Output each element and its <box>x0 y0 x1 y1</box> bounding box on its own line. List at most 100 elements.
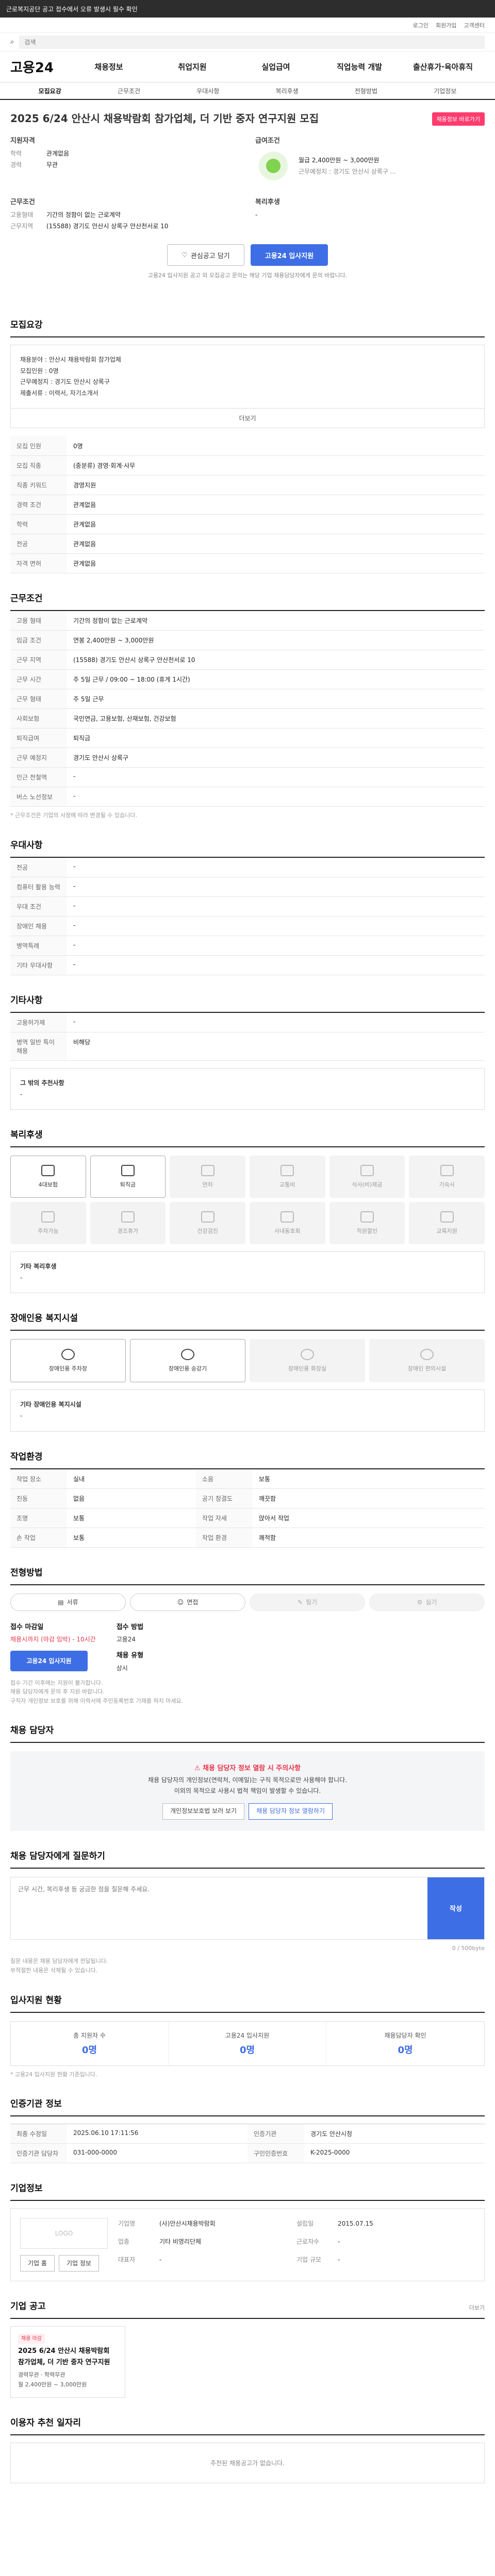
cell-key: 기타 우대사항 <box>10 955 67 975</box>
pref-section: 우대사항 전공 - 컴퓨터 활용 능력 - 우대 조건 - 장애인 채용 - 병역특례 -… <box>0 838 495 975</box>
cell-key: 학력 <box>10 514 67 535</box>
deadline-label: 접수 마감일 <box>10 1623 44 1631</box>
cell-key: 고용 형태 <box>10 611 67 631</box>
sub-qual: 지원자격 <box>10 137 35 145</box>
method-title: 전형방법 <box>10 1565 485 1585</box>
cell-value: 2025.06.10 17:11:56 <box>67 2124 248 2144</box>
work-section: 작업환경 작업 장소 실내 소음 보통 진동 없음 공기 청결도 깨끗함 조명 보통 작업 자세… <box>0 1449 495 1548</box>
cta-button[interactable]: 채용정보 바로가기 <box>432 112 485 126</box>
privacy-button[interactable]: 개인정보보호법 보러 보기 <box>162 1803 245 1820</box>
table-row: 자격 면허 관계없음 <box>10 553 485 574</box>
contact-line: 채용 담당자의 개인정보(연락처, 이메일)는 구직 목적으로만 사용해야 합니… <box>148 1776 347 1784</box>
tab-welfare[interactable]: 복리후생 <box>248 82 326 99</box>
welfare-grid: 4대보험 퇴직금 연차 교통비 식사(비)제공 기숙사 주차가능 경조휴가 건강… <box>10 1156 485 1245</box>
table-row: 고용허가제 - <box>10 1012 485 1032</box>
cell-key: 근무 시간 <box>10 669 67 690</box>
qa-input[interactable] <box>11 1877 427 1939</box>
help-link[interactable]: 고객센터 <box>464 21 485 29</box>
corp-key: 기업명 <box>118 2220 136 2228</box>
tab-recruit[interactable]: 모집요강 <box>10 82 89 99</box>
apply-button-2[interactable]: 고용24 입사지원 <box>10 1651 88 1672</box>
cell-key: 장애인 채용 <box>10 916 67 936</box>
nav-jobs[interactable]: 채용정보 <box>67 61 151 72</box>
stat-label: 총 지원자 수 <box>73 2031 106 2039</box>
corp-key: 업종 <box>118 2238 130 2245</box>
qa-send-button[interactable]: 작성 <box>427 1877 484 1939</box>
similar-more-link[interactable]: 더보기 <box>469 2303 485 2312</box>
cell-value: - <box>67 916 485 936</box>
welfare-item: 주차가능 <box>10 1202 86 1245</box>
table-row: 모집 직종 (중분류) 경영·회계·사무 <box>10 455 485 476</box>
cell-key: 사회보험 <box>10 708 67 729</box>
tab-method[interactable]: 전형방법 <box>326 82 405 99</box>
nav-training[interactable]: 직업능력 개발 <box>318 61 401 72</box>
corp-info-button[interactable]: 기업 정보 <box>58 2255 99 2272</box>
table-row: 진동 없음 공기 청결도 깨끗함 <box>10 1488 485 1509</box>
disabled-title: 장애인용 복지시설 <box>10 1311 485 1331</box>
cell-key: 조명 <box>10 1508 67 1528</box>
cell-value: 주 5일 근무 <box>67 689 485 709</box>
login-link[interactable]: 로그인 <box>413 21 428 29</box>
qa-note: 부적절한 내용은 삭제될 수 있습니다. <box>10 1967 98 1974</box>
recruit-title: 모집요강 <box>10 317 485 337</box>
restroom-icon <box>301 1349 314 1361</box>
cell-key: 근무 예정지 <box>10 748 67 768</box>
table-row: 손 작업 보통 작업 환경 쾌적함 <box>10 1528 485 1548</box>
cell-value: - <box>67 1012 485 1032</box>
cell-value: 관계없음 <box>67 553 485 574</box>
cell-value: - <box>67 877 485 897</box>
welfare-etc: 기타 복리후생 - <box>10 1251 485 1294</box>
welfare-item: 교육지원 <box>409 1202 485 1245</box>
corp-value: (사)안산시채용박람회 <box>159 2220 216 2228</box>
tab-pref[interactable]: 우대사항 <box>169 82 248 99</box>
welfare-label: 주차가능 <box>38 1228 59 1235</box>
step-label: 서류 <box>67 1599 78 1606</box>
table-row: 모집 인원 0명 <box>10 436 485 456</box>
search-icon[interactable]: ⌕ <box>10 38 14 46</box>
welfare-item: 사내동호회 <box>250 1202 325 1245</box>
welfare-label: 경조휴가 <box>117 1228 139 1235</box>
job-card[interactable]: 채용 마감 2025 6/24 안산시 채용박람회 참가업체, 더 기반 중자 … <box>10 2326 125 2398</box>
cell-key: 근무 형태 <box>10 689 67 709</box>
stat-value: 0명 <box>398 2044 413 2056</box>
etc-title: 기타사항 <box>10 993 485 1013</box>
corp-home-button[interactable]: 기업 홈 <box>20 2255 55 2272</box>
facility-item: 장애인 편의시설 <box>369 1339 485 1383</box>
cell-key: 작업 환경 <box>195 1528 253 1548</box>
card-detail: 경력무관 · 학력무관 <box>18 2371 65 2379</box>
nav-leave[interactable]: 출산휴가·육아휴직 <box>401 61 485 72</box>
nav-benefit[interactable]: 실업급여 <box>234 61 318 72</box>
pencil-icon: ✎ <box>297 1598 303 1606</box>
contact-view-button[interactable]: 채용 담당자 정보 열람하기 <box>249 1803 333 1820</box>
apply-button[interactable]: 고용24 입사지원 <box>251 244 328 266</box>
calendar-icon <box>201 1165 214 1177</box>
table-row: 병역 일반 특이 채용 비해당 <box>10 1032 485 1061</box>
save-button[interactable]: ♡ 관심공고 담기 <box>167 244 244 266</box>
cell-value: 주 5일 근무 / 09:00 ~ 18:00 (휴게 1시간) <box>67 669 485 690</box>
cell-key: 구인인증번호 <box>248 2144 304 2164</box>
cond-foot: * 근무조건은 기업의 사정에 따라 변경될 수 있습니다. <box>10 812 137 819</box>
table-row: 근무 지역 (15588) 경기도 안산시 상록구 안산천서로 10 <box>10 650 485 670</box>
cell-key: 공기 청결도 <box>195 1488 253 1509</box>
welfare-item: 연차 <box>170 1156 245 1198</box>
corp-key: 대표자 <box>118 2256 136 2263</box>
more-button[interactable]: 더보기 <box>10 409 485 429</box>
stat-label: 채용담당자 확인 <box>384 2031 426 2039</box>
cell-value: 보통 <box>67 1508 196 1528</box>
table-row: 근무 예정지 경기도 안산시 상록구 <box>10 748 485 768</box>
step-item: ⚙ 실기 <box>369 1593 485 1611</box>
career-label: 경력 <box>10 161 22 168</box>
join-link[interactable]: 회원가입 <box>436 21 456 29</box>
facility-item: 장애인용 승강기 <box>130 1339 245 1383</box>
search-input[interactable] <box>19 35 485 49</box>
tab-corp[interactable]: 기업정보 <box>406 82 485 99</box>
car-icon <box>41 1211 55 1223</box>
cell-key: 퇴직급여 <box>10 728 67 749</box>
nav-support[interactable]: 취업지원 <box>151 61 234 72</box>
body-line: 제출서류 : 이력서, 자기소개서 <box>20 389 98 397</box>
site-logo[interactable]: 고용24 <box>10 57 67 76</box>
way-label: 접수 방법 <box>116 1623 144 1631</box>
tab-cond[interactable]: 근무조건 <box>89 82 168 99</box>
work-title: 작업환경 <box>10 1449 485 1469</box>
corp-logo: LOGO <box>20 2218 108 2249</box>
